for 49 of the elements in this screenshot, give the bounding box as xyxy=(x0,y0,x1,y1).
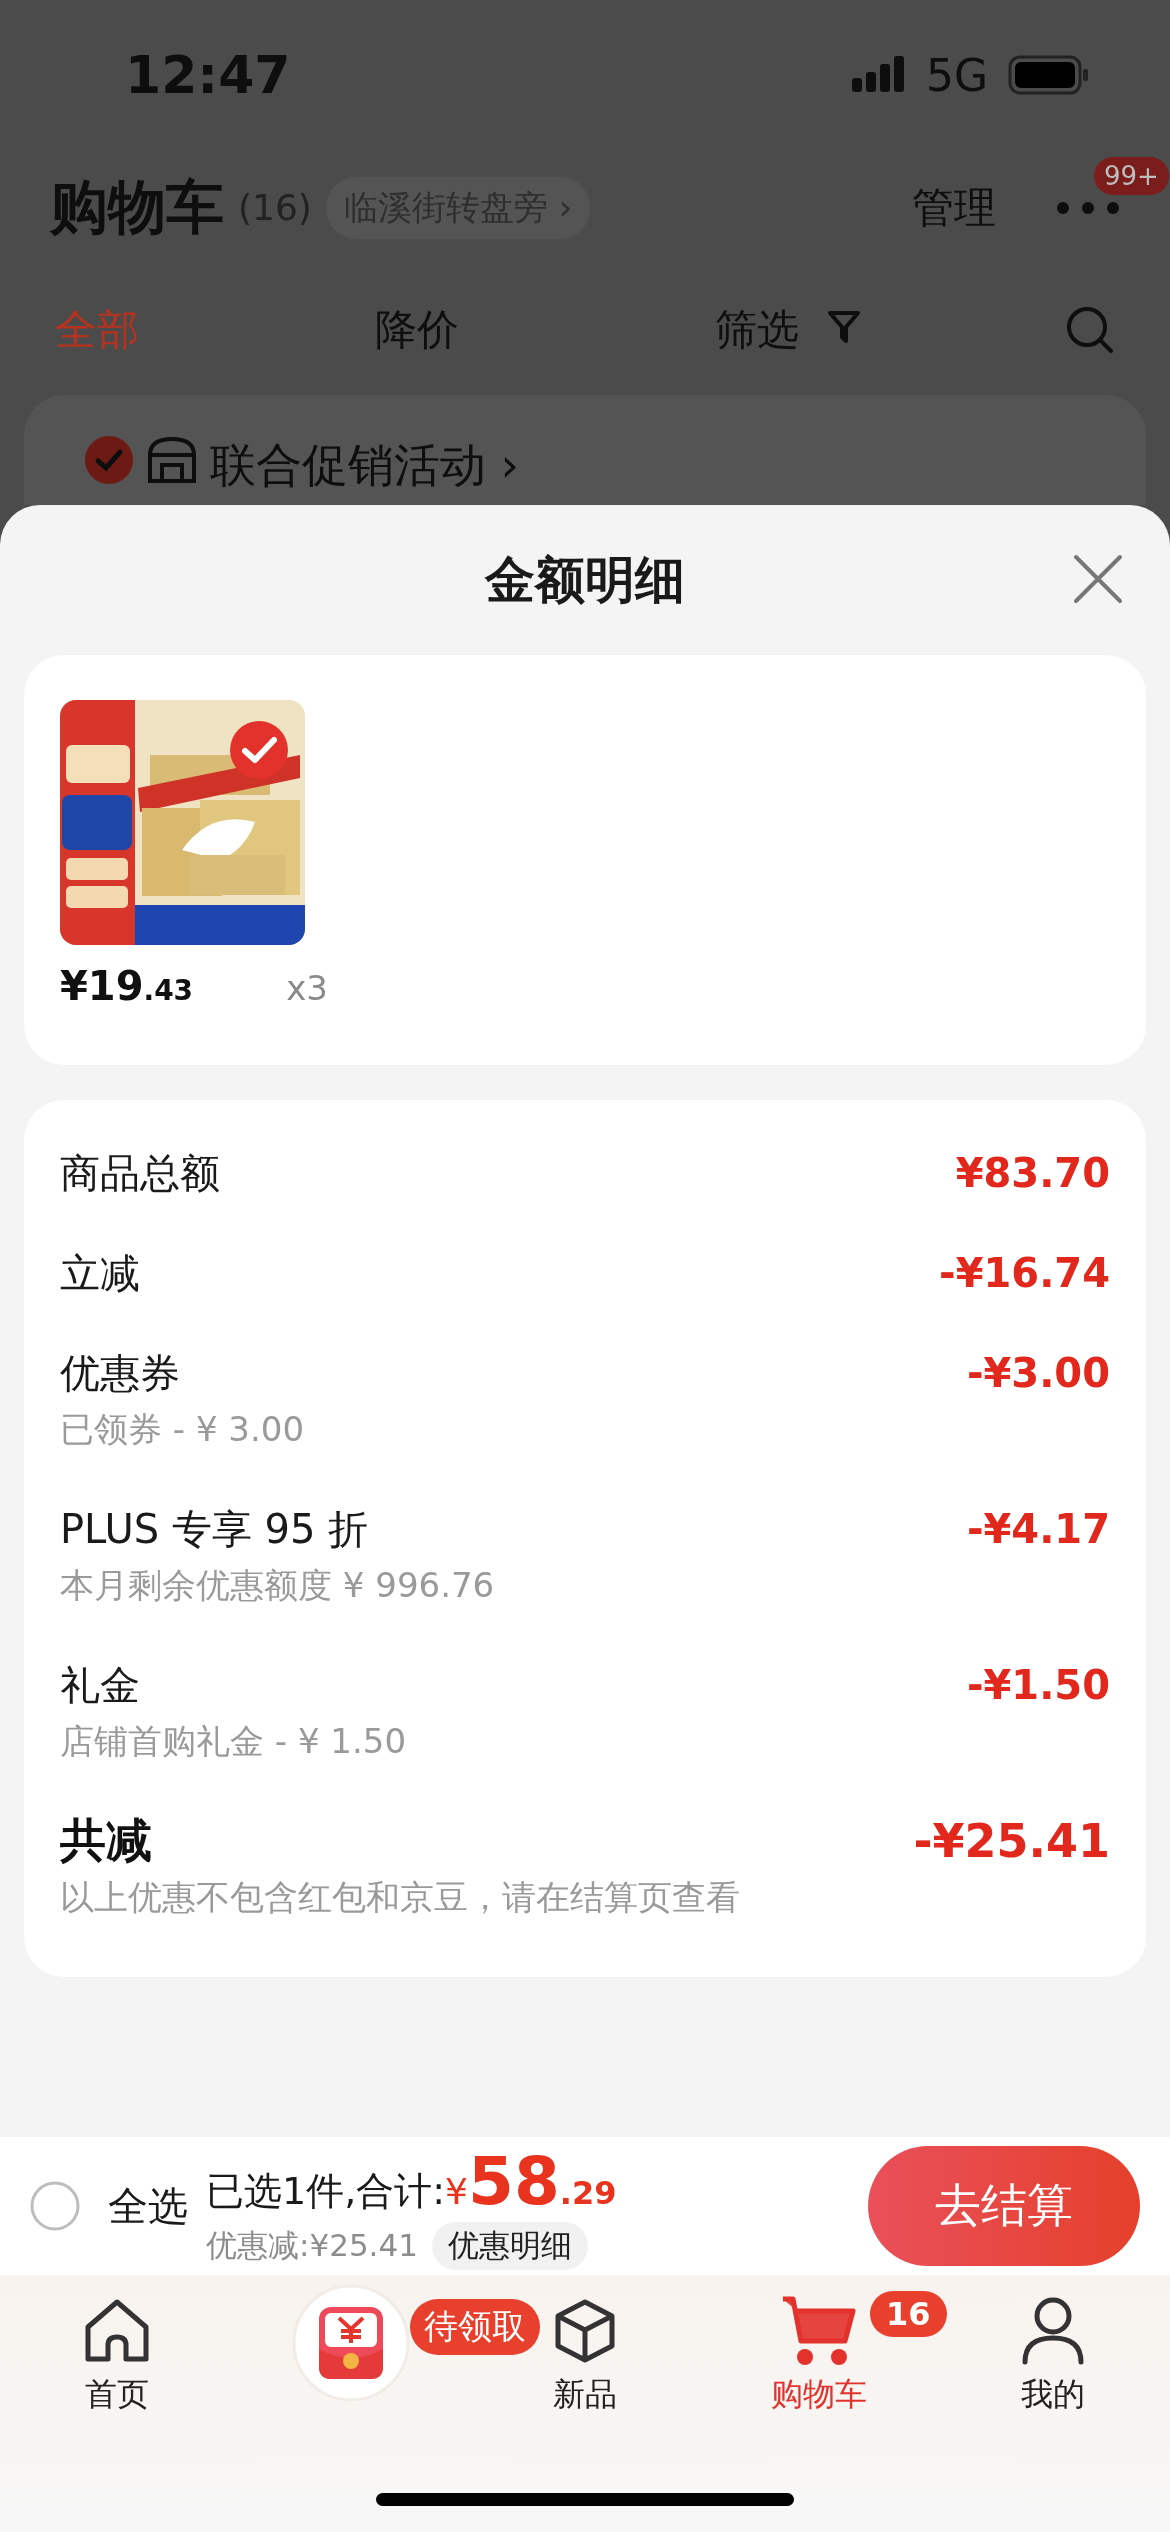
summary-amount: ¥83.70 xyxy=(955,1150,1110,1196)
summary-label: 立减 xyxy=(60,1248,140,1298)
badge: 16 xyxy=(870,2291,947,2337)
clock-time: 12:47 xyxy=(125,45,292,105)
manage-button[interactable]: 管理 xyxy=(912,179,996,236)
summary-label: 商品总额 xyxy=(60,1148,220,1198)
filter-icon xyxy=(827,308,861,345)
tab-item[interactable]: 新品 xyxy=(550,2289,620,2419)
summary-note: 店铺首购礼金 - ¥ 1.50 xyxy=(60,1720,408,1763)
summary-amount: -¥4.17 xyxy=(966,1506,1110,1552)
notification-badge: 99+ xyxy=(1094,156,1169,195)
tab-item[interactable]: 我的 xyxy=(1020,2289,1086,2419)
envelope-icon xyxy=(291,2283,411,2403)
select-all-checkbox[interactable] xyxy=(30,2181,80,2231)
more-icon[interactable] xyxy=(1056,200,1120,215)
summary-amount: -¥1.50 xyxy=(966,1662,1110,1708)
badge: 待领取 xyxy=(410,2299,540,2355)
filter-tab[interactable]: 降价 xyxy=(375,302,715,358)
checkout-button[interactable]: 去结算 xyxy=(868,2146,1140,2266)
promo-link[interactable]: 联合促销活动 › xyxy=(210,435,520,497)
battery-icon xyxy=(1008,55,1090,95)
select-all-label[interactable]: 全选 xyxy=(108,2178,188,2234)
total-price: ¥58.29 xyxy=(445,2142,617,2220)
sheet-title: 金额明细 xyxy=(485,549,685,611)
search-icon[interactable] xyxy=(1065,305,1115,355)
summary-label: PLUS 专享 95 折 xyxy=(60,1504,369,1554)
filter-tab[interactable]: 筛选 xyxy=(715,302,1065,358)
person-icon xyxy=(1020,2296,1086,2366)
tab-item[interactable]: 购物车 xyxy=(771,2289,867,2419)
total-label: 共减 xyxy=(60,1812,152,1869)
summary-label: 礼金 xyxy=(60,1660,140,1710)
discount-text: 优惠减:¥25.41 xyxy=(206,2225,418,2265)
summary-label: 优惠券 xyxy=(60,1348,180,1398)
discount-detail-button[interactable]: 优惠明细 xyxy=(431,2221,588,2270)
network-label: 5G xyxy=(925,49,988,101)
summary-amount: -¥16.74 xyxy=(939,1250,1110,1296)
close-icon[interactable] xyxy=(1072,553,1124,605)
selection-summary: 已选1件,合计: xyxy=(206,2167,446,2215)
item-quantity: x3 xyxy=(286,968,328,1008)
summary-amount: -¥3.00 xyxy=(966,1350,1110,1396)
summary-note: 本月剩余优惠额度 ¥ 996.76 xyxy=(60,1564,496,1607)
check-icon[interactable] xyxy=(229,720,289,780)
page-title: 购物车 xyxy=(50,171,224,243)
checkbox[interactable] xyxy=(84,435,134,485)
summary-note: 已领券 - ¥ 3.00 xyxy=(60,1408,306,1451)
tab-item[interactable]: 首页 xyxy=(82,2289,152,2419)
item-price: ¥19.43 xyxy=(60,963,194,1009)
summary-note: 以上优惠不包含红包和京豆，请在结算页查看 xyxy=(60,1876,741,1919)
total-amount: -¥25.41 xyxy=(913,1814,1110,1868)
